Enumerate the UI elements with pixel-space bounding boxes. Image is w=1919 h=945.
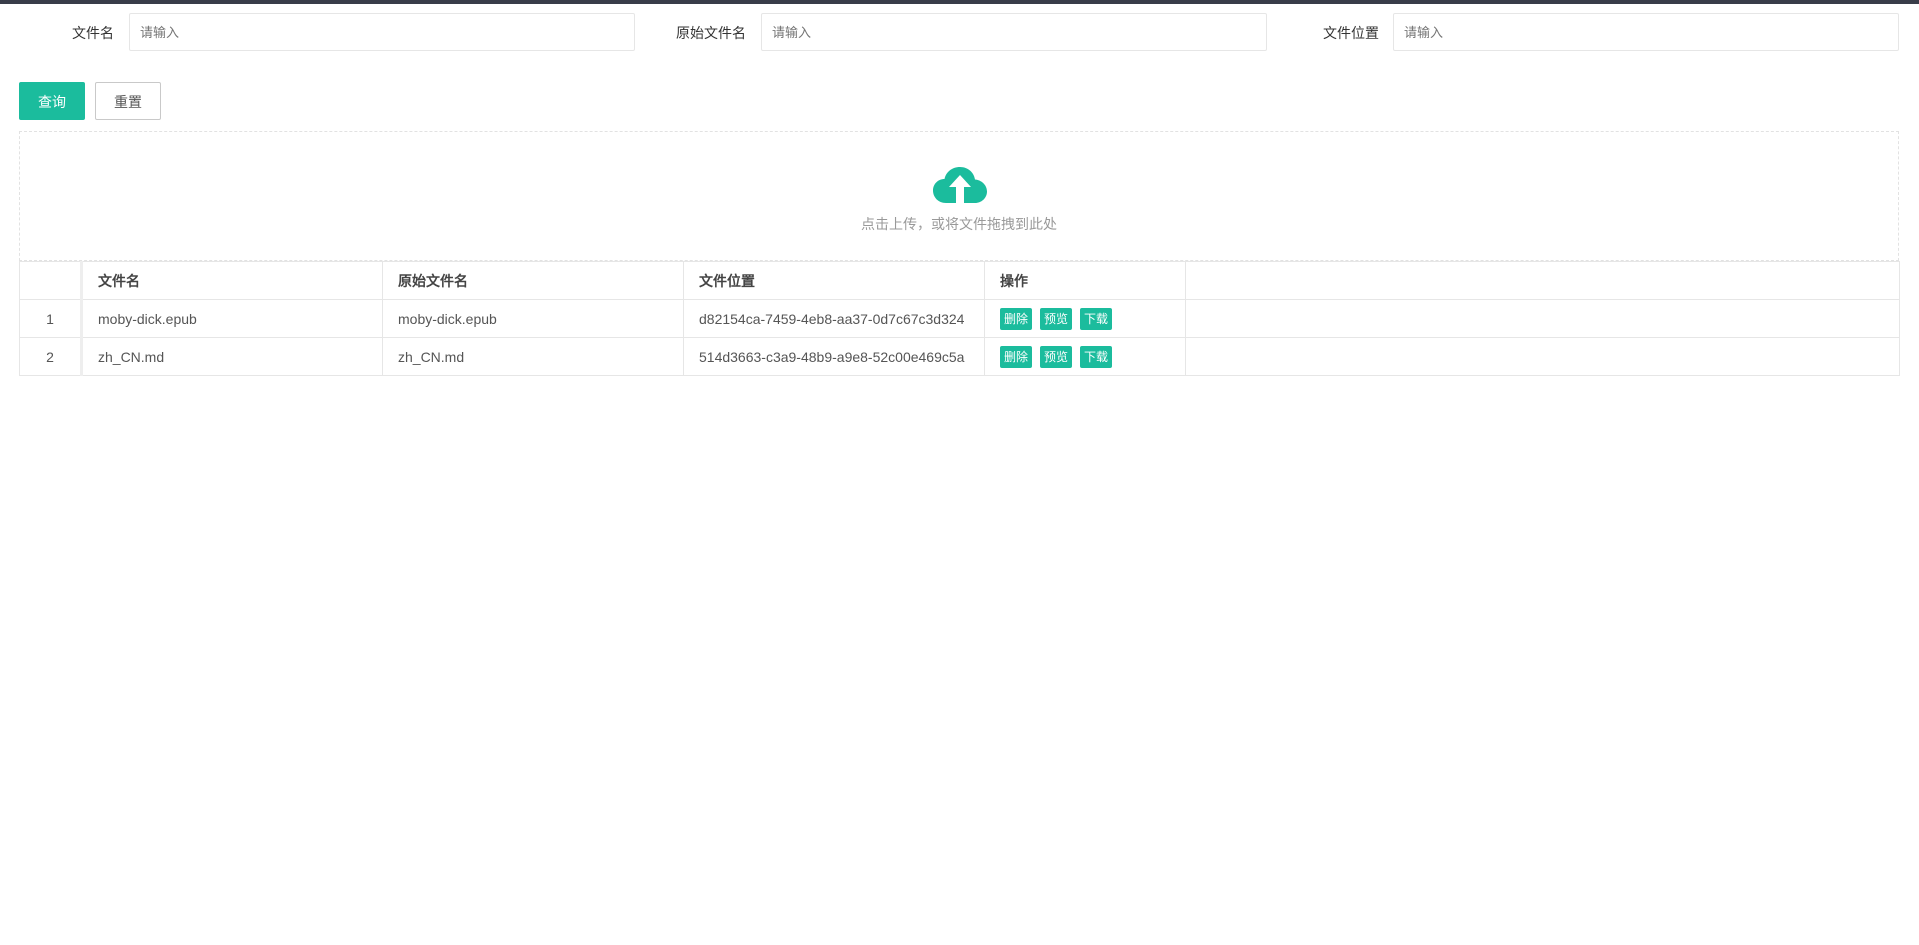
upload-hint-text: 点击上传，或将文件拖拽到此处 xyxy=(861,216,1057,232)
cloud-upload-icon xyxy=(933,167,987,203)
table-row: 2 zh_CN.md zh_CN.md 514d3663-c3a9-48b9-a… xyxy=(19,337,1900,376)
top-bar xyxy=(0,0,1919,4)
file-table: 文件名 原始文件名 文件位置 操作 1 moby-dick.epub moby-… xyxy=(19,261,1900,376)
original-filename-input[interactable] xyxy=(761,13,1267,51)
header-filename: 文件名 xyxy=(81,261,383,300)
header-location: 文件位置 xyxy=(683,261,985,300)
search-form: 文件名 原始文件名 文件位置 xyxy=(0,13,1919,53)
location-input[interactable] xyxy=(1393,13,1899,51)
row-location: d82154ca-7459-4eb8-aa37-0d7c67c3d324 xyxy=(683,299,985,338)
row-index: 2 xyxy=(19,337,83,376)
row-spacer xyxy=(1185,337,1900,376)
row-original-filename: zh_CN.md xyxy=(382,337,684,376)
preview-button[interactable]: 预览 xyxy=(1040,345,1073,368)
row-location: 514d3663-c3a9-48b9-a9e8-52c00e469c5a xyxy=(683,337,985,376)
delete-button[interactable]: 删除 xyxy=(1000,345,1033,368)
row-actions: 删除 预览 下载 xyxy=(984,337,1186,376)
header-index xyxy=(19,261,83,300)
header-actions: 操作 xyxy=(984,261,1186,300)
upload-dropzone[interactable]: 点击上传，或将文件拖拽到此处 xyxy=(19,131,1899,261)
preview-button[interactable]: 预览 xyxy=(1040,307,1073,330)
original-filename-label: 原始文件名 xyxy=(676,25,746,41)
location-label: 文件位置 xyxy=(1323,25,1379,41)
row-filename: zh_CN.md xyxy=(81,337,383,376)
row-filename: moby-dick.epub xyxy=(81,299,383,338)
filename-label: 文件名 xyxy=(72,25,114,41)
table-row: 1 moby-dick.epub moby-dick.epub d82154ca… xyxy=(19,299,1900,338)
delete-button[interactable]: 删除 xyxy=(1000,307,1033,330)
row-original-filename: moby-dick.epub xyxy=(382,299,684,338)
header-original-filename: 原始文件名 xyxy=(382,261,684,300)
row-spacer xyxy=(1185,299,1900,338)
table-header-row: 文件名 原始文件名 文件位置 操作 xyxy=(19,261,1900,300)
reset-button[interactable]: 重置 xyxy=(95,82,161,120)
header-spacer xyxy=(1185,261,1900,300)
filename-input[interactable] xyxy=(129,13,635,51)
row-index: 1 xyxy=(19,299,83,338)
download-button[interactable]: 下载 xyxy=(1080,345,1113,368)
query-button[interactable]: 查询 xyxy=(19,82,85,120)
download-button[interactable]: 下载 xyxy=(1080,307,1113,330)
row-actions: 删除 预览 下载 xyxy=(984,299,1186,338)
